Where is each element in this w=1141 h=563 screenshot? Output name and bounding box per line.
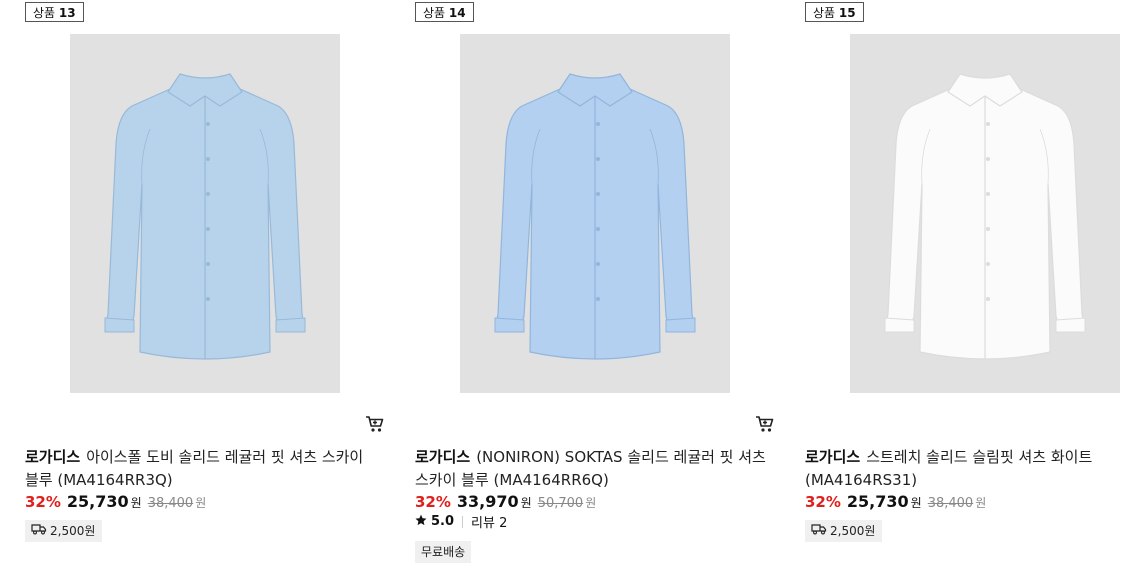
- price-row: 32% 25,730 원 38,400 원: [25, 492, 206, 511]
- original-currency: 원: [975, 496, 987, 510]
- product-badge: 상품 15: [805, 2, 864, 22]
- original-price: 38,400: [147, 496, 194, 511]
- currency: 원: [520, 496, 532, 510]
- shirt-illustration: [104, 73, 306, 360]
- free-shipping-badge: 무료배송: [415, 541, 472, 563]
- product-image[interactable]: [850, 34, 1120, 393]
- price-row: 32% 33,970 원 50,700 원: [415, 492, 596, 511]
- rating-row: 5.0 리뷰 2: [415, 512, 507, 531]
- shipping-fee: 2,500원: [830, 524, 876, 538]
- shirt-illustration: [884, 73, 1086, 360]
- badge-label: 상품: [423, 6, 446, 20]
- truck-icon: [811, 520, 827, 542]
- badge-label: 상품: [33, 6, 56, 20]
- badge-number: 13: [58, 6, 76, 20]
- product-title[interactable]: 로가디스 아이스폴 도비 솔리드 레귤러 핏 셔츠 스카이 블루 (MA4164R…: [25, 446, 385, 492]
- star-icon: [415, 514, 427, 530]
- shirt-illustration: [494, 73, 696, 360]
- product-badge: 상품 13: [25, 2, 84, 22]
- original-currency: 원: [195, 496, 207, 510]
- discount-rate: 32%: [805, 493, 841, 511]
- brand-name: 로가디스: [415, 448, 471, 466]
- brand-name: 로가디스: [25, 448, 81, 466]
- sale-price: 33,970: [456, 492, 519, 511]
- review-count[interactable]: 리뷰 2: [471, 512, 507, 531]
- rating-score: 5.0: [431, 514, 455, 529]
- price-row: 32% 25,730 원 38,400 원: [805, 492, 986, 511]
- shipping-fee: 2,500원: [50, 524, 96, 538]
- discount-rate: 32%: [25, 493, 61, 511]
- product-badge: 상품 14: [415, 2, 474, 22]
- product-image[interactable]: [70, 34, 340, 393]
- currency: 원: [130, 496, 142, 510]
- shipping-fee-badge: 2,500원: [805, 520, 883, 542]
- truck-icon: [31, 520, 47, 542]
- product-title[interactable]: 로가디스 스트레치 솔리드 슬림핏 셔츠 화이트 (MA4164RS31): [805, 446, 1141, 492]
- discount-rate: 32%: [415, 493, 451, 511]
- badge-number: 14: [448, 6, 466, 20]
- badge-number: 15: [838, 6, 856, 20]
- brand-name: 로가디스: [805, 448, 861, 466]
- product-card[interactable]: 상품 14 로가디스 (NONIRON) SOKTAS 솔리드 레귤러 핏 셔츠 …: [415, 0, 785, 563]
- currency: 원: [910, 496, 922, 510]
- original-price: 50,700: [537, 496, 584, 511]
- product-card[interactable]: 상품 15 로가디스 스트레치 솔리드 슬림핏 셔츠 화이트 (MA4164RS3…: [805, 0, 1141, 556]
- original-price: 38,400: [927, 496, 974, 511]
- sale-price: 25,730: [66, 492, 129, 511]
- divider: [462, 515, 464, 528]
- badge-label: 상품: [813, 6, 836, 20]
- product-image[interactable]: [460, 34, 730, 393]
- product-card[interactable]: 상품 13 로가디스 아이스폴 도비 솔리드 레귤러 핏 셔츠 스카이 블루 (M…: [25, 0, 395, 556]
- original-currency: 원: [585, 496, 597, 510]
- product-title[interactable]: 로가디스 (NONIRON) SOKTAS 솔리드 레귤러 핏 셔츠 스카이 블루…: [415, 446, 775, 492]
- cart-icon[interactable]: [365, 414, 385, 434]
- cart-icon[interactable]: [755, 414, 775, 434]
- sale-price: 25,730: [846, 492, 909, 511]
- shipping-fee-badge: 2,500원: [25, 520, 103, 542]
